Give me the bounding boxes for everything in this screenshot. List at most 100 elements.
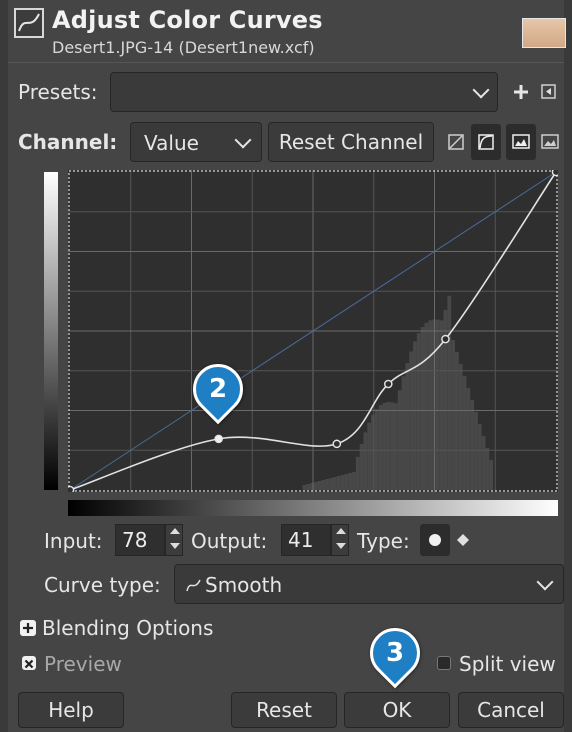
histogram-bar xyxy=(386,402,391,490)
log-histogram-icon[interactable] xyxy=(471,124,501,160)
header-divider xyxy=(8,62,564,63)
image-thumbnail xyxy=(522,18,566,48)
histogram-bar xyxy=(336,476,341,490)
histogram-bar xyxy=(470,400,475,490)
curve-control-point[interactable] xyxy=(383,379,393,389)
histogram-view-icon[interactable] xyxy=(506,124,536,160)
step-badge-2-number: 2 xyxy=(208,374,228,404)
histogram-bar xyxy=(390,402,394,490)
histogram-bar xyxy=(401,376,406,490)
histogram-bar xyxy=(420,327,425,490)
input-label: Input: xyxy=(44,529,103,553)
output-field[interactable]: 41 xyxy=(281,524,331,556)
dialog-title: Adjust Color Curves xyxy=(52,6,323,34)
histogram-bar xyxy=(424,322,429,490)
histogram-bar xyxy=(462,376,467,490)
histogram-bar xyxy=(481,436,486,490)
plus-icon[interactable] xyxy=(512,80,530,104)
curve-icon xyxy=(14,8,44,38)
linear-histogram-icon[interactable] xyxy=(442,126,470,158)
histogram-bar xyxy=(409,351,414,490)
histogram-bar xyxy=(325,479,330,490)
smooth-curve-icon xyxy=(185,575,203,595)
histogram-bar xyxy=(447,295,452,490)
histogram-bar xyxy=(317,481,322,490)
expand-plus-icon[interactable] xyxy=(20,620,36,636)
histogram-bar xyxy=(374,408,379,490)
smooth-point-icon[interactable] xyxy=(420,524,450,556)
window-frame-left xyxy=(0,0,8,732)
curve-type-combo[interactable]: Smooth xyxy=(174,564,564,604)
channel-value: Value xyxy=(144,131,199,155)
cancel-button[interactable]: Cancel xyxy=(458,692,564,728)
curve-type-value: Smooth xyxy=(205,573,283,597)
histogram-bar xyxy=(428,320,433,490)
image-view-icon[interactable] xyxy=(538,126,562,158)
histogram-bar xyxy=(340,475,345,490)
arrow-up-icon xyxy=(170,528,180,534)
histogram-bar xyxy=(352,472,356,490)
step-badge-3-number: 3 xyxy=(385,638,405,668)
arrow-down-icon xyxy=(170,543,180,549)
histogram-bar xyxy=(477,424,482,490)
histogram-bar xyxy=(359,443,364,490)
presets-label: Presets: xyxy=(18,80,98,104)
menu-arrow-icon[interactable] xyxy=(540,82,558,102)
help-button[interactable]: Help xyxy=(18,692,124,728)
chevron-down-icon xyxy=(536,573,554,591)
histogram-bar xyxy=(313,482,318,490)
channel-combo[interactable]: Value xyxy=(130,122,262,162)
arrow-down-icon xyxy=(336,543,346,549)
histogram-bar xyxy=(489,460,494,490)
curve-control-point[interactable] xyxy=(551,167,561,177)
curve-type-label: Curve type: xyxy=(44,573,161,597)
curve-control-point[interactable] xyxy=(332,439,342,449)
reset-channel-button[interactable]: Reset Channel xyxy=(268,122,434,162)
chevron-down-icon xyxy=(472,81,490,99)
histogram-bar xyxy=(306,484,311,490)
histogram-bar xyxy=(466,388,471,490)
histogram-bar xyxy=(413,341,417,490)
histogram-bar xyxy=(378,405,383,490)
histogram-bar xyxy=(451,340,455,490)
histogram-bar xyxy=(458,364,463,490)
histogram-bar xyxy=(474,412,478,490)
split-view-checkbox[interactable] xyxy=(437,656,451,670)
histogram-bar xyxy=(371,414,375,490)
curve-control-point[interactable] xyxy=(441,334,450,344)
histogram-bar xyxy=(394,403,398,490)
chevron-down-icon xyxy=(234,131,252,149)
corner-point-icon[interactable] xyxy=(452,530,474,550)
channel-label: Channel: xyxy=(18,130,118,154)
histogram-bar xyxy=(363,432,368,490)
histogram-bar xyxy=(348,473,353,490)
histogram-bar xyxy=(355,456,360,490)
histogram-bar xyxy=(485,448,490,490)
histogram-bar xyxy=(321,480,326,490)
histogram-bar xyxy=(302,485,307,490)
histogram-bar xyxy=(329,478,333,490)
preview-label: Preview xyxy=(44,652,122,676)
curve-control-point[interactable] xyxy=(65,485,75,495)
histogram-bar xyxy=(382,402,387,490)
histogram-bar xyxy=(333,477,337,490)
curve-control-point-selected[interactable] xyxy=(214,434,223,444)
blending-options-expander[interactable]: Blending Options xyxy=(42,616,213,640)
histogram-bar xyxy=(416,333,421,490)
input-stepper[interactable] xyxy=(165,524,183,556)
reset-button[interactable]: Reset xyxy=(231,692,337,728)
type-label: Type: xyxy=(357,529,410,553)
split-view-label: Split view xyxy=(459,652,556,676)
presets-combo[interactable] xyxy=(110,72,498,112)
input-gradient-bar xyxy=(68,500,558,516)
output-stepper[interactable] xyxy=(331,524,349,556)
curve-editor[interactable] xyxy=(65,167,561,495)
histogram-bar xyxy=(344,474,349,490)
input-field[interactable]: 78 xyxy=(115,524,165,556)
output-gradient-bar xyxy=(44,172,58,490)
ok-button[interactable]: OK xyxy=(344,692,450,728)
preview-checkbox[interactable] xyxy=(22,656,36,670)
window-frame-right xyxy=(564,0,572,732)
histogram-bar xyxy=(454,352,459,490)
arrow-up-icon xyxy=(336,528,346,534)
